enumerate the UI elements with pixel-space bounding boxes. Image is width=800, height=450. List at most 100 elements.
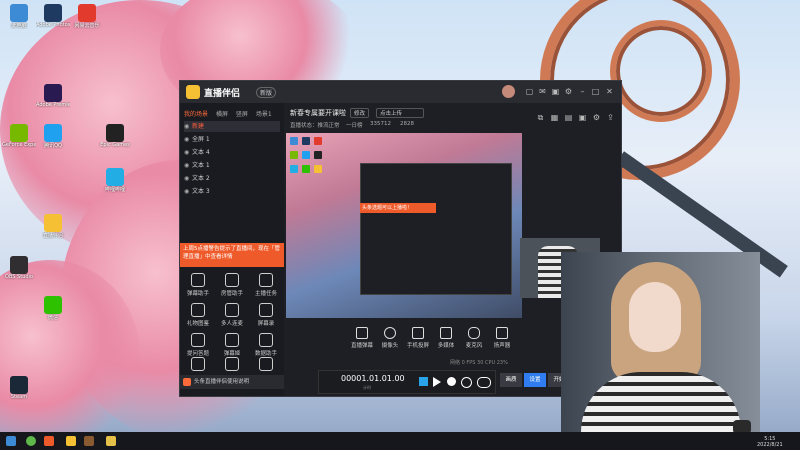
- tool-button[interactable]: 屏幕录: [250, 301, 282, 331]
- desktop-icon[interactable]: 腾讯QQ: [36, 124, 70, 162]
- desktop-icon-label: 此电脑: [11, 23, 27, 29]
- visibility-icon[interactable]: ◉: [184, 188, 192, 195]
- desktop-icon[interactable]: 微信: [36, 296, 70, 334]
- speaker-button[interactable]: 扬声器: [490, 327, 514, 349]
- source-row[interactable]: ◉ 文本 2: [184, 173, 280, 184]
- desktop-icon-label: Adobe Photoshop: [36, 22, 70, 28]
- tab-my-scene[interactable]: 我的场景: [184, 111, 208, 118]
- ferris-wheel-gondola: [610, 20, 712, 122]
- bilibili-icon: [106, 168, 124, 186]
- settings-icon[interactable]: ⚙: [564, 87, 573, 96]
- tool-button[interactable]: 多人连麦: [216, 301, 248, 331]
- mic-button[interactable]: 麦克风: [462, 327, 486, 349]
- info-icon: [183, 378, 191, 386]
- source-label: 文本 4: [192, 149, 210, 156]
- record-icon[interactable]: [447, 377, 456, 386]
- desktop-icon[interactable]: 此电脑: [2, 4, 36, 42]
- barrage-button[interactable]: 直播弹幕: [350, 327, 374, 349]
- share-icon[interactable]: ⇪: [606, 113, 615, 122]
- gift-icon: [191, 303, 205, 317]
- live-companion-taskbar-icon[interactable]: [66, 436, 76, 446]
- shop-icon[interactable]: ▤: [564, 113, 573, 122]
- skin-icon[interactable]: ▢: [525, 87, 534, 96]
- visibility-icon[interactable]: ◉: [184, 136, 192, 143]
- message-icon[interactable]: ✉: [538, 87, 547, 96]
- minimize-icon[interactable]: –: [578, 87, 587, 96]
- settings-button[interactable]: 设置: [524, 373, 546, 387]
- system-clock[interactable]: 5:15 2022/8/21: [757, 436, 783, 448]
- gift-icon[interactable]: ▣: [551, 87, 560, 96]
- tool-button[interactable]: [216, 355, 248, 375]
- edit-title-button[interactable]: 修改: [350, 108, 370, 118]
- media-button[interactable]: 多媒体: [434, 327, 458, 349]
- camera-button[interactable]: 摄像头: [378, 327, 402, 349]
- folder-icon[interactable]: [84, 436, 94, 446]
- stream-preview[interactable]: 头条选题可以上播啦！: [286, 133, 522, 318]
- upload-input[interactable]: 点击上传: [376, 108, 424, 118]
- settings-icon[interactable]: ⚙: [592, 113, 601, 122]
- source-row[interactable]: ◉ 文本 4: [184, 147, 280, 158]
- tab-portrait[interactable]: 竖屏: [236, 111, 248, 118]
- source-label: 文本 1: [192, 162, 210, 169]
- link-icon[interactable]: ⧉: [536, 113, 545, 122]
- warning-notice[interactable]: 上周5点播警告提示了直播间，现在「管理直播」中查看详情: [180, 243, 284, 267]
- avatar[interactable]: [502, 85, 515, 98]
- preview-icon: [314, 165, 322, 173]
- floating-player[interactable]: 00001.01.01.00 计时: [318, 370, 496, 394]
- app-icon[interactable]: [44, 436, 54, 446]
- desktop-icon[interactable]: 直播伴侣: [36, 214, 70, 252]
- mask-icon[interactable]: [477, 377, 491, 388]
- tool-label: 礼物图鉴: [186, 321, 209, 327]
- computer-icon: [10, 4, 28, 22]
- tool-button[interactable]: [182, 355, 214, 375]
- visibility-icon[interactable]: ◉: [184, 175, 192, 182]
- stop-icon[interactable]: [419, 377, 428, 386]
- camera-icon: [384, 327, 396, 339]
- close-icon[interactable]: ✕: [605, 87, 614, 96]
- desktop-icon[interactable]: OBS Studio: [2, 256, 36, 294]
- clock-date: 2022/8/21: [757, 442, 783, 448]
- quality-button[interactable]: 画质: [500, 373, 522, 387]
- tool-button[interactable]: 弹幕助手: [182, 271, 214, 301]
- source-row[interactable]: ◉ 新建: [184, 121, 280, 132]
- version-badge[interactable]: 新版: [256, 87, 277, 98]
- visibility-icon[interactable]: ◉: [184, 123, 192, 130]
- desktop-icon[interactable]: Adobe Photoshop: [36, 4, 70, 42]
- steam-icon: [10, 376, 28, 394]
- desktop-icon[interactable]: GeForce Experience: [2, 124, 36, 162]
- visibility-icon[interactable]: ◉: [184, 149, 192, 156]
- source-row[interactable]: ◉ 文本 1: [184, 160, 280, 171]
- desktop-icon-label: OBS Studio: [5, 274, 33, 280]
- desktop-icon[interactable]: 哔哩哔哩: [98, 168, 132, 206]
- desktop-icon[interactable]: Steam: [2, 376, 36, 414]
- tool-button[interactable]: [250, 355, 282, 375]
- tab-scene1[interactable]: 场景1: [256, 111, 272, 118]
- browser-icon[interactable]: [26, 436, 36, 446]
- lock-icon[interactable]: ▣: [578, 113, 587, 122]
- visibility-icon[interactable]: ◉: [184, 162, 192, 169]
- source-row[interactable]: ◉ 文本 3: [184, 186, 280, 197]
- desktop-icon[interactable]: 网易云音乐: [70, 4, 104, 42]
- phone-cast-button[interactable]: 手机投屏: [406, 327, 430, 349]
- admin-icon: [225, 273, 239, 287]
- loop-icon[interactable]: [461, 377, 472, 388]
- desktop-icon[interactable]: Epic Games: [98, 124, 132, 162]
- tool-button[interactable]: 主播任务: [250, 271, 282, 301]
- desktop-icon[interactable]: Adobe Premiere: [36, 84, 70, 122]
- windows-start-icon[interactable]: [6, 436, 16, 446]
- help-banner[interactable]: 头条直播伴侣使用说明: [180, 375, 284, 389]
- taskbar-app-icon[interactable]: [106, 436, 116, 446]
- taskbar: [0, 432, 800, 450]
- nvidia-icon: [10, 124, 28, 142]
- control-label: 扬声器: [493, 343, 511, 349]
- tab-landscape[interactable]: 横屏: [216, 111, 228, 118]
- tool-label: 主播任务: [254, 291, 277, 297]
- tool-button[interactable]: 房管助手: [216, 271, 248, 301]
- grid-icon[interactable]: ▦: [550, 113, 559, 122]
- source-row[interactable]: ◉ 全屏 1: [184, 134, 280, 145]
- desktop-icon-label: 网易云音乐: [74, 23, 100, 29]
- data-icon: [259, 333, 273, 347]
- tool-button[interactable]: 礼物图鉴: [182, 301, 214, 331]
- maximize-icon[interactable]: □: [591, 87, 600, 96]
- play-icon[interactable]: [433, 377, 441, 387]
